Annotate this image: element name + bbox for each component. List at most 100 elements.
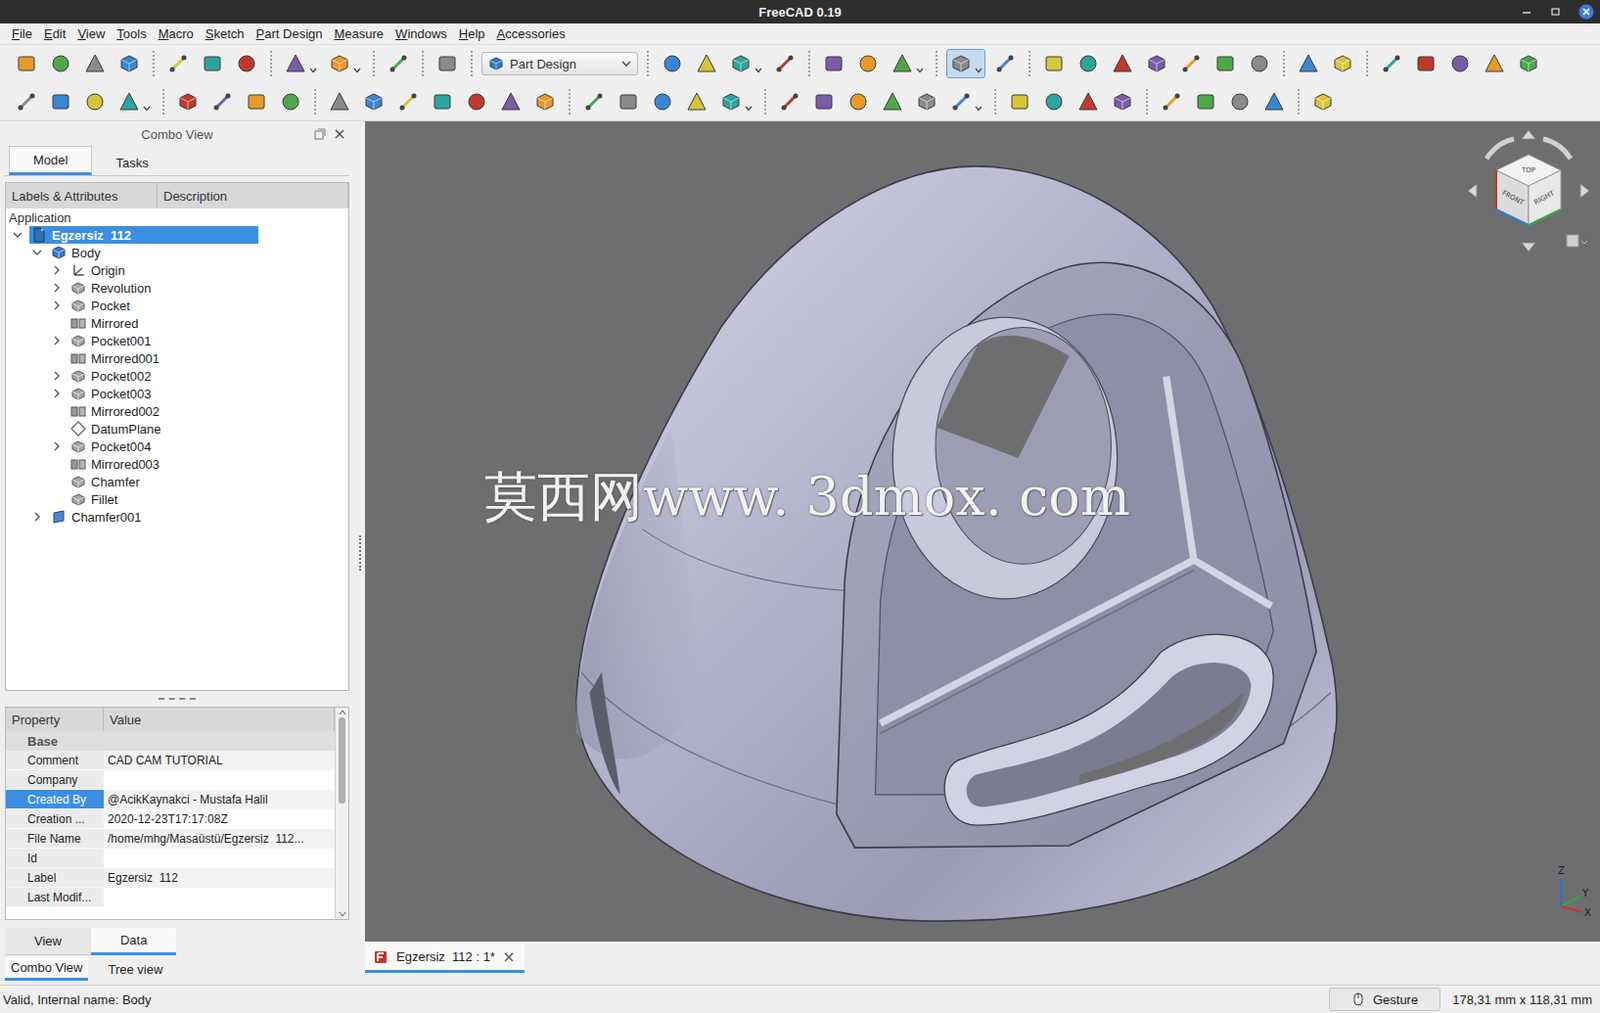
dropdown-arrow-icon[interactable] [754,67,763,74]
property-row[interactable]: File Name/home/mhg/Masaüstü/Egzersiz 112… [5,828,335,849]
workbench-selector[interactable]: Part Design [481,51,639,76]
tree-label[interactable]: Pocket [91,298,131,314]
toolbar-button[interactable] [231,48,262,79]
toolbar-button[interactable] [1513,48,1544,79]
scroll-up-icon[interactable] [336,707,349,718]
panel-tab[interactable]: Model [8,145,92,176]
toolbar-button[interactable] [657,48,687,79]
toolbar-button[interactable] [843,87,873,117]
tree-label[interactable]: Mirrored001 [91,351,160,366]
toolbar-button[interactable] [912,87,942,117]
property-value[interactable] [103,770,335,790]
menu-item[interactable]: Edit [38,26,72,42]
toolbar-button[interactable] [197,48,228,79]
toolbar-button[interactable] [1479,48,1509,79]
dropdown-arrow-icon[interactable] [142,105,151,112]
expand-arrow[interactable] [50,405,63,417]
chevron-down-icon[interactable] [11,228,24,241]
toolbar-button[interactable] [1156,87,1187,117]
expand-arrow[interactable] [11,228,24,241]
chevron-right-icon[interactable] [50,299,63,312]
chevron-right-icon[interactable] [50,281,63,294]
toolbar-button[interactable] [691,48,722,79]
property-row[interactable]: Created By@AcikKaynakci - Mustafa Halil [5,789,335,810]
toolbar-button[interactable] [1327,48,1358,79]
dropdown-arrow-icon[interactable] [915,67,924,74]
view-tab[interactable]: Tree view [101,957,169,981]
expand-arrow[interactable] [50,475,63,488]
toolbar-button[interactable] [1142,48,1172,79]
expand-arrow[interactable] [50,387,63,400]
tree-label[interactable]: Chamfer [91,474,140,490]
toolbar-button[interactable] [173,87,203,117]
arrow-right-icon[interactable] [1580,183,1590,198]
property-name[interactable]: Comment [5,750,104,771]
column-header[interactable]: Value [103,707,335,732]
tree-label[interactable]: Egzersiz 112 [51,228,132,243]
menu-item[interactable]: Sketch [199,26,251,42]
toolbar-button[interactable] [990,48,1020,79]
menu-item[interactable]: Accessories [491,26,572,42]
tree-label[interactable]: DatumPlane [91,421,162,437]
menu-item[interactable]: Windows [389,26,454,42]
close-icon[interactable] [1578,3,1595,20]
tree-label[interactable]: Mirrored003 [91,457,160,472]
chevron-right-icon[interactable] [50,334,63,347]
property-row[interactable]: Id [5,848,335,869]
expand-arrow[interactable] [50,264,63,276]
toolbar-button[interactable] [530,87,560,117]
tree-item[interactable]: Chamfer001 [5,507,349,526]
toolbar-button[interactable] [613,87,643,117]
tree-item[interactable]: Pocket [5,296,349,315]
toolbar-button[interactable] [45,48,76,79]
tree-item[interactable]: Mirrored001 [5,349,349,367]
toolbar-button[interactable] [114,48,144,79]
menu-item[interactable]: File [5,26,39,42]
expand-arrow[interactable] [50,493,63,505]
expand-arrow[interactable] [50,440,63,453]
minimize-icon[interactable] [1519,4,1534,19]
close-tab-icon[interactable] [502,951,515,963]
tree-label[interactable]: Pocket002 [91,368,151,384]
expand-arrow[interactable] [31,510,44,523]
panel-splitter[interactable] [4,690,350,707]
tree-label[interactable]: Origin [91,263,126,278]
toolbar-button[interactable] [1005,87,1035,117]
chevron-right-icon[interactable] [31,510,44,523]
cube-face-label[interactable]: RIGHT [1533,188,1557,207]
toolbar-button[interactable] [241,87,272,117]
expand-arrow[interactable] [50,334,63,347]
property-tab[interactable]: View [4,927,92,956]
toolbar-button[interactable] [1225,87,1255,117]
property-name[interactable]: Creation ... [5,809,104,829]
toolbar-button[interactable] [1107,48,1138,79]
toolbar-button[interactable] [496,87,526,117]
dropdown-arrow-icon[interactable] [974,67,983,74]
toolbar-button[interactable] [853,48,883,79]
tree-item[interactable]: Pocket001 [5,331,349,350]
tree-label[interactable]: Chamfer001 [71,509,142,525]
toolbar-button[interactable] [324,87,355,117]
tree-label[interactable]: Body [71,245,101,261]
property-group[interactable]: Base [5,731,335,751]
toolbar-button[interactable] [1073,48,1103,79]
property-row[interactable]: Company [5,770,335,790]
property-value[interactable] [103,887,335,908]
property-value[interactable] [103,848,335,869]
scroll-thumb[interactable] [338,717,346,804]
toolbar-button[interactable] [819,48,849,79]
menu-item[interactable]: Part Design [250,26,329,42]
menu-item[interactable]: Help [453,26,492,42]
property-value[interactable]: /home/mhg/Masaüstü/Egzersiz 112... [103,828,335,849]
menu-item[interactable]: Tools [110,26,152,42]
toolbar-button[interactable] [383,48,413,79]
toolbar-button[interactable] [887,48,927,79]
toolbar-button[interactable] [1244,48,1275,79]
tree-item[interactable]: Body [5,243,349,262]
chevron-right-icon[interactable] [50,387,63,400]
dropdown-arrow-icon[interactable] [309,67,318,74]
chevron-down-icon[interactable] [31,246,44,259]
toolbar-button[interactable] [207,87,237,117]
toolbar-button[interactable] [275,87,306,117]
toolbar-button[interactable] [280,48,320,79]
